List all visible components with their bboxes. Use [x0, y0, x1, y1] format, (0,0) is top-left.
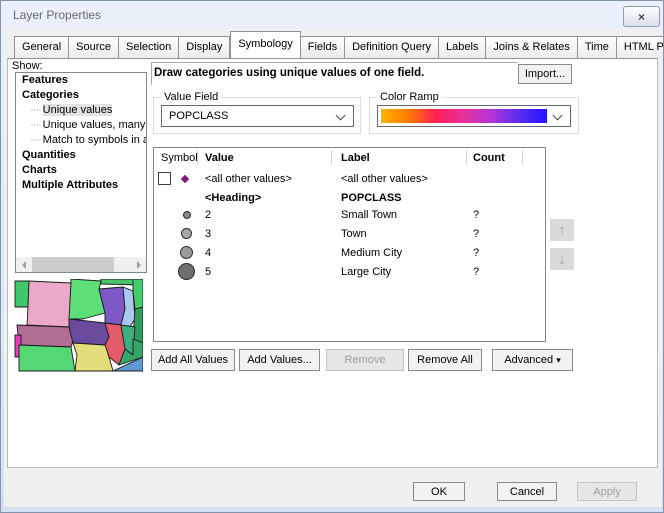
value-field-label: Value Field — [161, 91, 221, 103]
arrow-down-icon: ↓ — [558, 251, 566, 268]
row-value[interactable]: 5 — [205, 266, 211, 278]
method-description: Draw categories using unique values of o… — [154, 67, 424, 79]
add-all-values-button[interactable]: Add All Values — [151, 349, 235, 371]
scroll-right-icon[interactable] — [131, 257, 146, 272]
row-count: ? — [473, 266, 479, 278]
close-button[interactable]: × — [623, 6, 660, 27]
row-value[interactable]: 4 — [205, 247, 211, 259]
scroll-left-icon[interactable] — [16, 257, 31, 272]
caret-down-icon: ▾ — [556, 355, 561, 366]
row-count: ? — [473, 209, 479, 221]
value-field-value: POPCLASS — [169, 110, 228, 122]
row-label[interactable]: Medium City — [341, 247, 402, 259]
value-field-dropdown[interactable]: POPCLASS — [161, 105, 354, 127]
move-down-button[interactable]: ↓ — [550, 248, 574, 270]
row-value[interactable]: <Heading> — [205, 192, 261, 204]
gray-circle-symbol[interactable] — [180, 246, 193, 259]
close-icon: × — [638, 10, 645, 24]
tab-strip: General Source Selection Display Symbolo… — [14, 36, 664, 58]
layer-preview-map — [13, 279, 143, 374]
row-count: ? — [473, 247, 479, 259]
show-item-unique-values-many[interactable]: ····Unique values, many — [16, 118, 146, 133]
color-ramp-label: Color Ramp — [377, 91, 442, 103]
gray-circle-symbol[interactable] — [181, 228, 192, 239]
show-item-unique-values[interactable]: ····Unique values — [16, 103, 146, 118]
gray-circle-symbol[interactable] — [178, 263, 195, 280]
row-value[interactable]: 2 — [205, 209, 211, 221]
chevron-down-icon — [336, 111, 346, 121]
tab-fields[interactable]: Fields — [301, 36, 345, 58]
row-count: ? — [473, 228, 479, 240]
ok-button[interactable]: OK — [413, 482, 465, 501]
import-button[interactable]: Import... — [518, 64, 572, 84]
row-label[interactable]: Large City — [341, 266, 391, 278]
tab-joins-relates[interactable]: Joins & Relates — [486, 36, 577, 58]
show-item-features[interactable]: Features — [16, 73, 146, 88]
color-ramp-gradient — [381, 109, 547, 123]
row-label[interactable]: Town — [341, 228, 367, 240]
tree-leader-icon: ···· — [30, 119, 41, 131]
apply-button: Apply — [577, 482, 637, 501]
arrow-up-icon: ↑ — [558, 222, 566, 239]
row-value[interactable]: <all other values> — [205, 173, 292, 185]
all-other-values-checkbox[interactable] — [158, 172, 171, 185]
tab-time[interactable]: Time — [578, 36, 617, 58]
add-values-button[interactable]: Add Values... — [239, 349, 320, 371]
show-item-match-symbols[interactable]: ····Match to symbols in a — [16, 133, 146, 148]
remove-all-button[interactable]: Remove All — [408, 349, 482, 371]
show-item-multiple-attributes[interactable]: Multiple Attributes — [16, 178, 146, 193]
tree-leader-icon: ···· — [30, 134, 41, 146]
col-value: Value — [205, 152, 234, 164]
tab-display[interactable]: Display — [179, 36, 230, 58]
col-count: Count — [473, 152, 505, 164]
show-item-quantities[interactable]: Quantities — [16, 148, 146, 163]
move-up-button[interactable]: ↑ — [550, 219, 574, 241]
cancel-button[interactable]: Cancel — [497, 482, 557, 501]
tree-leader-icon: ···· — [30, 104, 41, 116]
scrollbar-thumb[interactable] — [32, 257, 114, 272]
row-label[interactable]: POPCLASS — [341, 192, 402, 204]
row-label[interactable]: Small Town — [341, 209, 397, 221]
advanced-button[interactable]: Advanced ▾ — [492, 349, 573, 371]
title-bar[interactable]: Layer Properties × — [1, 1, 663, 29]
tab-source[interactable]: Source — [69, 36, 119, 58]
tab-symbology[interactable]: Symbology — [230, 31, 300, 58]
show-list-hscrollbar[interactable] — [16, 257, 146, 272]
show-list[interactable]: Features Categories ····Unique values ··… — [15, 72, 147, 273]
tab-html-popup[interactable]: HTML Popup — [617, 36, 664, 58]
chevron-down-icon — [553, 111, 563, 121]
color-ramp-dropdown[interactable] — [377, 105, 571, 127]
remove-button: Remove — [326, 349, 404, 371]
row-label[interactable]: <all other values> — [341, 173, 428, 185]
row-value[interactable]: 3 — [205, 228, 211, 240]
col-label: Label — [341, 152, 370, 164]
gray-circle-symbol[interactable] — [183, 211, 191, 219]
show-label: Show: — [12, 60, 43, 72]
tab-selection[interactable]: Selection — [119, 36, 179, 58]
show-item-categories[interactable]: Categories — [16, 88, 146, 103]
layer-properties-dialog: Layer Properties × General Source Select… — [0, 0, 664, 513]
tab-labels[interactable]: Labels — [439, 36, 486, 58]
show-item-charts[interactable]: Charts — [16, 163, 146, 178]
tab-general[interactable]: General — [14, 36, 69, 58]
tab-definition-query[interactable]: Definition Query — [345, 36, 439, 58]
col-symbol: Symbol — [161, 152, 198, 164]
window-title: Layer Properties — [13, 8, 101, 22]
